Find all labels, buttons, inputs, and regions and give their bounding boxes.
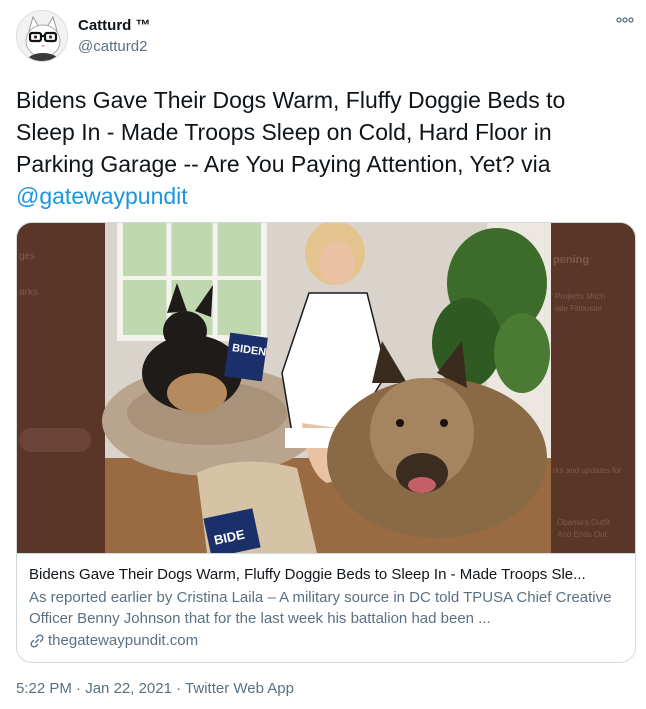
- bg-right-text-5: Obama's Outfit: [557, 518, 611, 527]
- bg-right-text-1: pening: [553, 254, 589, 266]
- cat-avatar-icon: [17, 11, 67, 61]
- tweet-body: Bidens Gave Their Dogs Warm, Fluffy Dogg…: [16, 87, 566, 177]
- author-names: Catturd ™ @catturd2: [78, 16, 151, 57]
- tweet-footer: 5:22 PM · Jan 22, 2021 · Twitter Web App: [16, 680, 294, 697]
- footer-separator: ·: [71, 680, 86, 697]
- bg-left-text-1: ges: [19, 251, 35, 262]
- bg-right-text-2: Projects Mitch: [555, 292, 605, 301]
- display-name[interactable]: Catturd ™: [78, 16, 151, 36]
- more-options-button[interactable]: [616, 12, 634, 28]
- card-image[interactable]: ges arks pening Projects Mitch iate Fili…: [17, 223, 635, 553]
- footer-separator: ·: [171, 680, 186, 697]
- tweet: Catturd ™ @catturd2 Bidens Gave Their Do…: [0, 0, 646, 709]
- link-card[interactable]: ges arks pening Projects Mitch iate Fili…: [16, 222, 636, 663]
- tweet-time[interactable]: 5:22 PM: [16, 680, 72, 697]
- card-title: Bidens Gave Their Dogs Warm, Fluffy Dogg…: [29, 566, 586, 583]
- tweet-text: Bidens Gave Their Dogs Warm, Fluffy Dogg…: [16, 84, 626, 212]
- tweet-source-app[interactable]: Twitter Web App: [185, 680, 294, 697]
- bg-right-text-3: iate Filibuster: [555, 304, 603, 313]
- card-info[interactable]: Bidens Gave Their Dogs Warm, Fluffy Dogg…: [17, 553, 635, 662]
- tweet-header: Catturd ™ @catturd2: [16, 10, 636, 64]
- avatar[interactable]: [16, 10, 68, 62]
- bg-left-text-2: arks: [19, 287, 38, 298]
- card-description: As reported earlier by Cristina Laila – …: [29, 589, 612, 627]
- tweet-date[interactable]: Jan 22, 2021: [85, 680, 172, 697]
- link-icon: [30, 633, 44, 648]
- ellipsis-icon: [616, 17, 634, 23]
- card-photo: ges arks pening Projects Mitch iate Fili…: [17, 223, 635, 553]
- bg-right-text-4: rks and updates for: [553, 466, 622, 475]
- card-domain-row: thegatewaypundit.com: [29, 630, 625, 651]
- card-domain: thegatewaypundit.com: [48, 632, 199, 649]
- bg-right-text-6: And Ends Out: [557, 530, 608, 539]
- user-handle[interactable]: @catturd2: [78, 37, 151, 57]
- mention-link[interactable]: @gatewaypundit: [16, 183, 188, 209]
